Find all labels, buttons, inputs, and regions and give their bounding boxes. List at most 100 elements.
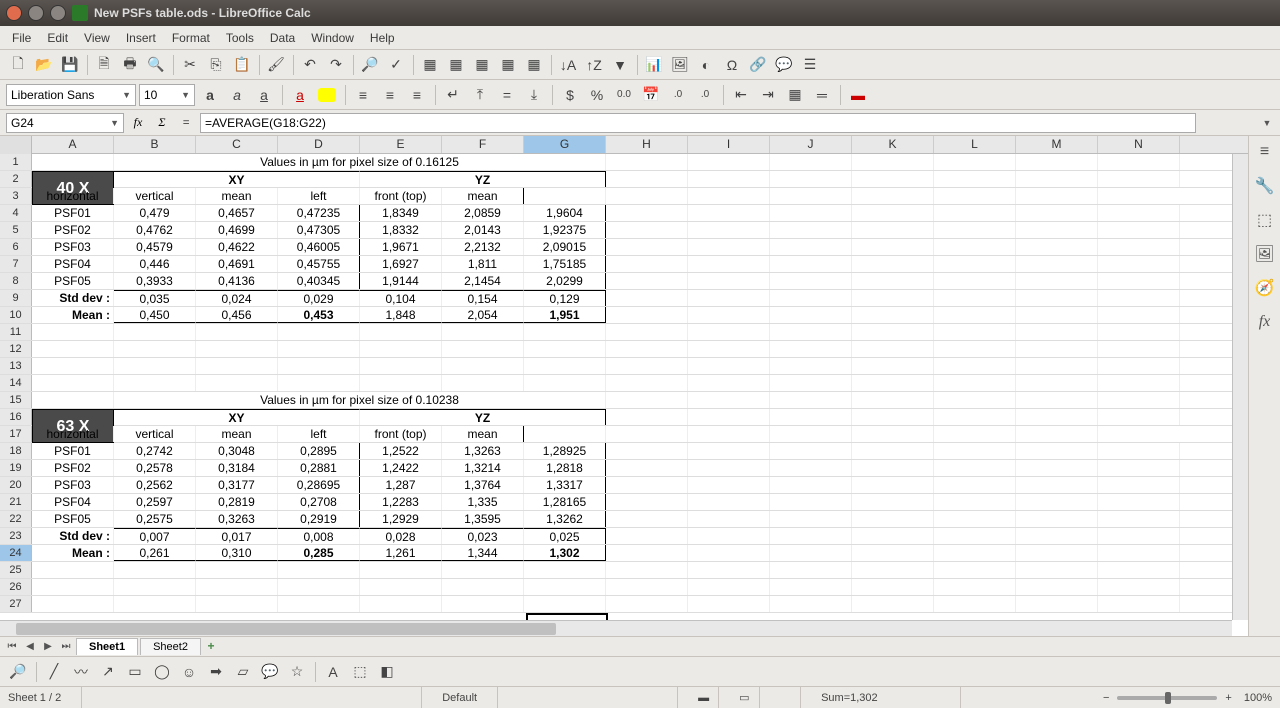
cell[interactable]: 0,4136 <box>196 273 278 289</box>
cell[interactable] <box>196 579 278 595</box>
cell[interactable] <box>1016 375 1098 391</box>
pivot-icon[interactable]: ◐ <box>694 53 718 77</box>
cell[interactable] <box>114 358 196 374</box>
cell[interactable] <box>360 341 442 357</box>
menu-file[interactable]: File <box>4 28 39 48</box>
cell[interactable]: 0,4622 <box>196 239 278 255</box>
cell[interactable] <box>934 579 1016 595</box>
cell[interactable]: XY <box>114 171 360 187</box>
cell[interactable] <box>852 460 934 476</box>
cell[interactable]: 2,0859 <box>442 205 524 221</box>
cell[interactable] <box>934 426 1016 442</box>
gallery-icon[interactable]: 🖼 <box>1253 242 1277 266</box>
cell[interactable]: 0,4657 <box>196 205 278 221</box>
comment-icon[interactable]: 💬 <box>772 53 796 77</box>
insert-mode[interactable]: ▬ <box>678 687 719 708</box>
last-sheet-icon[interactable]: ⏭ <box>58 639 74 655</box>
cell[interactable]: PSF01 <box>32 443 114 459</box>
cell[interactable] <box>688 256 770 272</box>
cell[interactable] <box>770 545 852 561</box>
tab-sheet1[interactable]: Sheet1 <box>76 638 138 655</box>
cell[interactable] <box>606 409 688 425</box>
cell[interactable] <box>852 443 934 459</box>
cell[interactable] <box>606 596 688 612</box>
cell[interactable]: 1,2422 <box>360 460 442 476</box>
row-header[interactable]: 6 <box>0 239 32 255</box>
extrusion-icon[interactable]: ◧ <box>375 660 399 684</box>
cell[interactable] <box>688 154 770 170</box>
cell[interactable] <box>1098 341 1180 357</box>
cell[interactable]: 0,4579 <box>114 239 196 255</box>
cell[interactable] <box>934 239 1016 255</box>
cell[interactable] <box>1098 596 1180 612</box>
cell[interactable] <box>360 579 442 595</box>
cell[interactable]: 0,47235 <box>278 205 360 221</box>
cell[interactable] <box>770 409 852 425</box>
menu-view[interactable]: View <box>76 28 118 48</box>
hyperlink-icon[interactable]: 🔗 <box>746 53 770 77</box>
row-header[interactable]: 27 <box>0 596 32 612</box>
col-header-L[interactable]: L <box>934 136 1016 153</box>
image-icon[interactable]: 🖼 <box>668 53 692 77</box>
zoom-in-icon[interactable]: + <box>1225 692 1231 704</box>
cell[interactable] <box>688 392 770 408</box>
cell[interactable]: 0,4699 <box>196 222 278 238</box>
vertical-scrollbar[interactable] <box>1232 154 1248 620</box>
cell[interactable] <box>934 358 1016 374</box>
cell[interactable]: 0,017 <box>196 528 278 544</box>
cell[interactable] <box>32 375 114 391</box>
cell[interactable]: vertical <box>114 188 196 204</box>
cell[interactable]: 1,3764 <box>442 477 524 493</box>
align-left-icon[interactable]: ≡ <box>351 83 375 107</box>
spellcheck-icon[interactable]: ✓ <box>384 53 408 77</box>
cell[interactable] <box>524 562 606 578</box>
cell[interactable]: 1,2818 <box>524 460 606 476</box>
prev-sheet-icon[interactable]: ◀ <box>22 639 38 655</box>
function-wizard-icon[interactable]: fx <box>128 113 148 133</box>
cell[interactable] <box>852 222 934 238</box>
cell[interactable] <box>770 596 852 612</box>
sidebar-menu-icon[interactable]: ≡ <box>1253 140 1277 164</box>
cell[interactable] <box>1098 171 1180 187</box>
cell[interactable] <box>278 562 360 578</box>
valign-bot-icon[interactable]: ⤓ <box>522 83 546 107</box>
cell[interactable]: PSF04 <box>32 494 114 510</box>
cell[interactable] <box>32 358 114 374</box>
horizontal-scrollbar[interactable] <box>0 620 1232 636</box>
cell[interactable] <box>524 579 606 595</box>
cell[interactable] <box>688 290 770 306</box>
cell[interactable] <box>1016 528 1098 544</box>
cell[interactable]: 0,2708 <box>278 494 360 510</box>
cell[interactable] <box>852 477 934 493</box>
row-header[interactable]: 3 <box>0 188 32 204</box>
row-header[interactable]: 16 <box>0 409 32 425</box>
add-sheet-icon[interactable]: + <box>203 639 219 655</box>
minimize-icon[interactable] <box>28 5 44 21</box>
highlight-icon[interactable] <box>318 88 336 102</box>
clone-format-icon[interactable]: 🖌 <box>264 53 288 77</box>
cell[interactable] <box>278 375 360 391</box>
cell[interactable] <box>688 222 770 238</box>
cell[interactable] <box>196 358 278 374</box>
cell[interactable] <box>1016 341 1098 357</box>
row-header[interactable]: 20 <box>0 477 32 493</box>
row-header[interactable]: 25 <box>0 562 32 578</box>
cell[interactable]: 2,09015 <box>524 239 606 255</box>
cell[interactable]: YZ <box>360 171 606 187</box>
cell[interactable]: 1,75185 <box>524 256 606 272</box>
zoom-value[interactable]: 100% <box>1244 692 1272 704</box>
chart-icon[interactable]: 📊 <box>642 53 666 77</box>
cell[interactable] <box>688 528 770 544</box>
col-header-N[interactable]: N <box>1098 136 1180 153</box>
cell[interactable] <box>196 341 278 357</box>
sum-icon[interactable]: Σ <box>152 113 172 133</box>
cell[interactable] <box>934 528 1016 544</box>
cell[interactable] <box>524 324 606 340</box>
cell[interactable] <box>1098 290 1180 306</box>
cell[interactable]: 1,8349 <box>360 205 442 221</box>
cell[interactable] <box>852 375 934 391</box>
cell[interactable]: 0,3184 <box>196 460 278 476</box>
cell[interactable] <box>1098 324 1180 340</box>
cell[interactable]: 1,8332 <box>360 222 442 238</box>
cell[interactable] <box>852 426 934 442</box>
